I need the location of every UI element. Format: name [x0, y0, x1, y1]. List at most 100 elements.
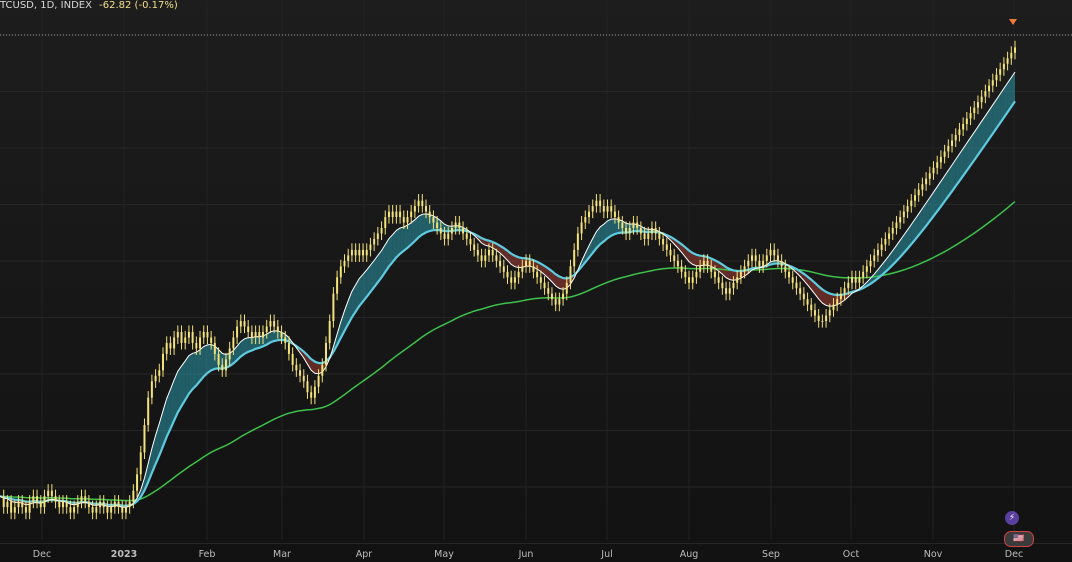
candle-body — [558, 299, 561, 305]
candle-body — [917, 189, 920, 196]
candle-body — [17, 501, 20, 508]
candle-body — [943, 151, 946, 157]
candle-body — [158, 370, 161, 376]
candle-body — [776, 255, 779, 261]
candle-body — [895, 222, 898, 228]
candle-body — [384, 217, 387, 228]
candle-body — [532, 266, 535, 272]
candle-body — [302, 375, 305, 382]
x-tick-label: Jul — [600, 549, 612, 560]
candle-body — [913, 195, 916, 201]
candle-body — [499, 260, 502, 267]
candle-body — [965, 118, 968, 124]
candle-body — [199, 337, 202, 349]
candle-body — [910, 200, 913, 207]
candle-body — [262, 332, 265, 338]
candle-body — [880, 244, 883, 250]
x-tick-label: Dec — [1005, 549, 1023, 560]
candle-body — [332, 293, 335, 322]
candle-body — [947, 145, 950, 152]
candle-body — [906, 206, 909, 212]
candle-body — [39, 501, 42, 508]
candle-body — [169, 342, 172, 349]
candle-body — [884, 238, 887, 245]
x-tick-label: Sep — [762, 549, 780, 560]
candle-body — [1006, 58, 1009, 64]
lightning-icon[interactable]: ⚡ — [1005, 511, 1019, 525]
ema-fast-line — [0, 71, 1016, 508]
candle-body — [287, 342, 290, 354]
price-chart[interactable]: Dec 2023 Feb Mar Apr May Jun Jul Aug Sep Oct Nov Dec — [0, 0, 1072, 562]
candle-body — [69, 507, 72, 513]
candle-body — [58, 501, 61, 508]
candle-body — [854, 277, 857, 283]
candle-body — [128, 501, 131, 508]
chart-container[interactable]: Dec 2023 Feb Mar Apr May Jun Jul Aug Sep Oct Nov Dec… — [0, 0, 1072, 562]
candle-body — [876, 249, 879, 256]
candle-body — [669, 249, 672, 256]
candle-body — [573, 249, 576, 267]
candle-body — [662, 238, 665, 245]
candle-body — [10, 501, 13, 513]
candle-body — [447, 233, 450, 239]
candle-body — [458, 222, 461, 228]
x-tick-label: 2023 — [111, 549, 137, 560]
symbol-header: TCUSD, 1D, INDEX -62.82 (-0.17%) — [0, 0, 178, 11]
candle-body — [425, 206, 428, 212]
candle-body — [806, 299, 809, 305]
candle-body — [684, 271, 687, 278]
candle-body — [236, 326, 239, 338]
candle-body — [191, 332, 194, 343]
candle-body — [54, 496, 57, 502]
candle-body — [165, 342, 168, 354]
candle-body — [817, 315, 820, 322]
candle-body — [91, 507, 94, 513]
candle-body — [376, 233, 379, 239]
candle-body — [621, 222, 624, 228]
candle-body — [43, 496, 46, 508]
candle-body — [795, 282, 798, 289]
candle-body — [695, 271, 698, 278]
candle-body — [65, 501, 68, 508]
candle-body — [84, 496, 87, 502]
candle-body — [562, 293, 565, 300]
band-fill — [188, 353, 193, 394]
candle-body — [750, 255, 753, 261]
candle-body — [747, 260, 750, 267]
candle-body — [721, 282, 724, 289]
candle-body — [991, 80, 994, 86]
candle-body — [21, 501, 24, 508]
candle-body — [99, 501, 102, 508]
price-change: -62.82 (-0.17%) — [99, 0, 178, 11]
candle-body — [536, 271, 539, 278]
candle-body — [87, 501, 90, 508]
candle-body — [673, 255, 676, 261]
candle-body — [47, 490, 50, 497]
candle-body — [902, 211, 905, 218]
band-fill — [207, 344, 212, 374]
candle-body — [565, 282, 568, 294]
candle-body — [369, 244, 372, 250]
candle-body — [469, 238, 472, 245]
candle-body — [410, 211, 413, 218]
candle-body — [402, 217, 405, 223]
candle-body — [347, 255, 350, 261]
flag-icon[interactable]: 🇺🇸 — [1004, 531, 1034, 547]
candle-body — [587, 211, 590, 218]
candle-body — [421, 200, 424, 207]
candle-body — [706, 260, 709, 267]
candle-body — [1002, 63, 1005, 70]
symbol-label: TCUSD, 1D, INDEX — [0, 0, 92, 11]
candle-body — [839, 293, 842, 300]
candle-body — [988, 85, 991, 92]
x-tick-label: May — [434, 549, 454, 560]
candle-body — [980, 96, 983, 103]
candle-body — [765, 255, 768, 261]
candle-body — [821, 321, 824, 323]
candle-body — [550, 293, 553, 300]
candle-body — [899, 217, 902, 223]
candle-body — [547, 288, 550, 294]
candle-body — [339, 266, 342, 278]
candle-body — [13, 507, 16, 513]
candle-body — [250, 332, 253, 338]
